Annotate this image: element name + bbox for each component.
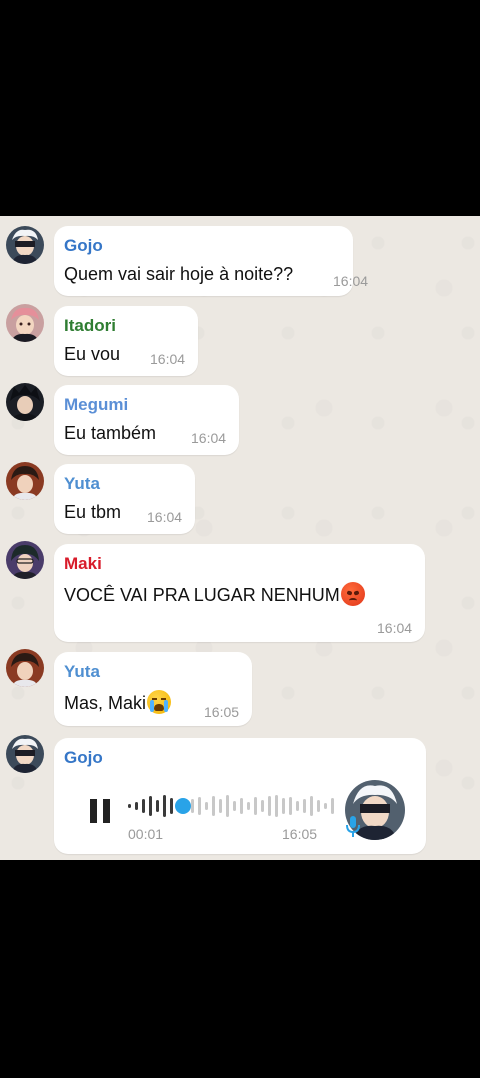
waveform-bar (212, 796, 215, 816)
waveform-bar (170, 798, 173, 814)
avatar-megumi[interactable] (6, 383, 44, 421)
pause-button[interactable] (88, 798, 114, 824)
avatar-yuta[interactable] (6, 462, 44, 500)
avatar-maki[interactable] (6, 541, 44, 579)
waveform-bar (233, 801, 236, 811)
message-time: 16:05 (282, 826, 318, 842)
voice-elapsed: 00:01 (128, 826, 164, 842)
message-text: Mas, Maki (64, 690, 172, 714)
waveform-bar (268, 796, 271, 816)
waveform-bar (205, 802, 208, 810)
waveform-bar (135, 802, 138, 810)
message-time: 16:04 (147, 509, 183, 525)
microphone-icon (345, 815, 361, 839)
sender-name: Gojo (64, 236, 103, 255)
waveform-bar (331, 798, 334, 814)
sender-name: Maki (64, 554, 102, 573)
waveform-bar (240, 798, 243, 814)
waveform-bar (226, 795, 229, 817)
message-bubble[interactable]: Itadori Eu vou 16:04 (54, 306, 198, 376)
message-text-content: VOCÊ VAI PRA LUGAR NENHUM (64, 585, 340, 605)
sender-name: Gojo (64, 748, 103, 767)
waveform-bar (310, 796, 313, 816)
waveform-bar (142, 799, 145, 813)
message-text: Eu tbm (64, 502, 122, 522)
voice-message-bubble[interactable]: Gojo 00:01 16:05 (54, 738, 426, 854)
avatar-yuta[interactable] (6, 649, 44, 687)
avatar-itadori[interactable] (6, 304, 44, 342)
waveform-bar (275, 795, 278, 817)
waveform-bar (289, 797, 292, 815)
message-text-content: Mas, Maki (64, 693, 147, 713)
message-bubble[interactable]: Yuta Eu tbm 16:04 (54, 464, 195, 534)
waveform-bar (296, 801, 299, 811)
message-time: 16:04 (150, 351, 186, 367)
avatar-gojo[interactable] (6, 735, 44, 773)
waveform-bar (163, 795, 166, 817)
waveform-bar (156, 800, 159, 812)
chat-area[interactable]: Gojo Quem vai sair hoje à noite?? 16:04 … (0, 216, 480, 860)
waveform-bar (261, 800, 264, 812)
waveform-bar (191, 799, 194, 813)
playback-position-handle[interactable] (175, 798, 191, 814)
waveform-bar (198, 797, 201, 815)
message-text: Eu também (64, 423, 157, 443)
message-time: 16:04 (377, 620, 413, 636)
avatar-gojo[interactable] (6, 226, 44, 264)
crying-face-icon (147, 690, 172, 714)
message-time: 16:04 (333, 273, 369, 289)
waveform-bar (303, 799, 306, 813)
waveform-bar (247, 802, 250, 810)
pause-icon (90, 799, 110, 823)
message-text: VOCÊ VAI PRA LUGAR NENHUM (64, 582, 365, 606)
sender-name: Megumi (64, 395, 129, 414)
waveform-bar (324, 803, 327, 809)
message-bubble[interactable]: Maki VOCÊ VAI PRA LUGAR NENHUM 16:04 (54, 544, 425, 642)
sender-name: Itadori (64, 316, 116, 335)
message-bubble[interactable]: Gojo Quem vai sair hoje à noite?? 16:04 (54, 226, 368, 296)
waveform-bar (128, 804, 131, 808)
message-bubble[interactable]: Megumi Eu também 16:04 (54, 385, 239, 455)
waveform-bar (254, 797, 257, 815)
waveform-bar (282, 798, 285, 814)
message-text: Eu vou (64, 344, 121, 364)
message-time: 16:05 (204, 704, 240, 720)
message-text: Quem vai sair hoje à noite?? (64, 264, 294, 284)
message-bubble[interactable]: Yuta Mas, Maki 16:05 (54, 652, 252, 726)
waveform-bar (149, 796, 152, 816)
sender-name: Yuta (64, 474, 100, 493)
angry-face-icon (340, 582, 365, 606)
waveform-bar (317, 800, 320, 812)
waveform-bar (219, 799, 222, 813)
message-time: 16:04 (191, 430, 227, 446)
sender-name: Yuta (64, 662, 100, 681)
